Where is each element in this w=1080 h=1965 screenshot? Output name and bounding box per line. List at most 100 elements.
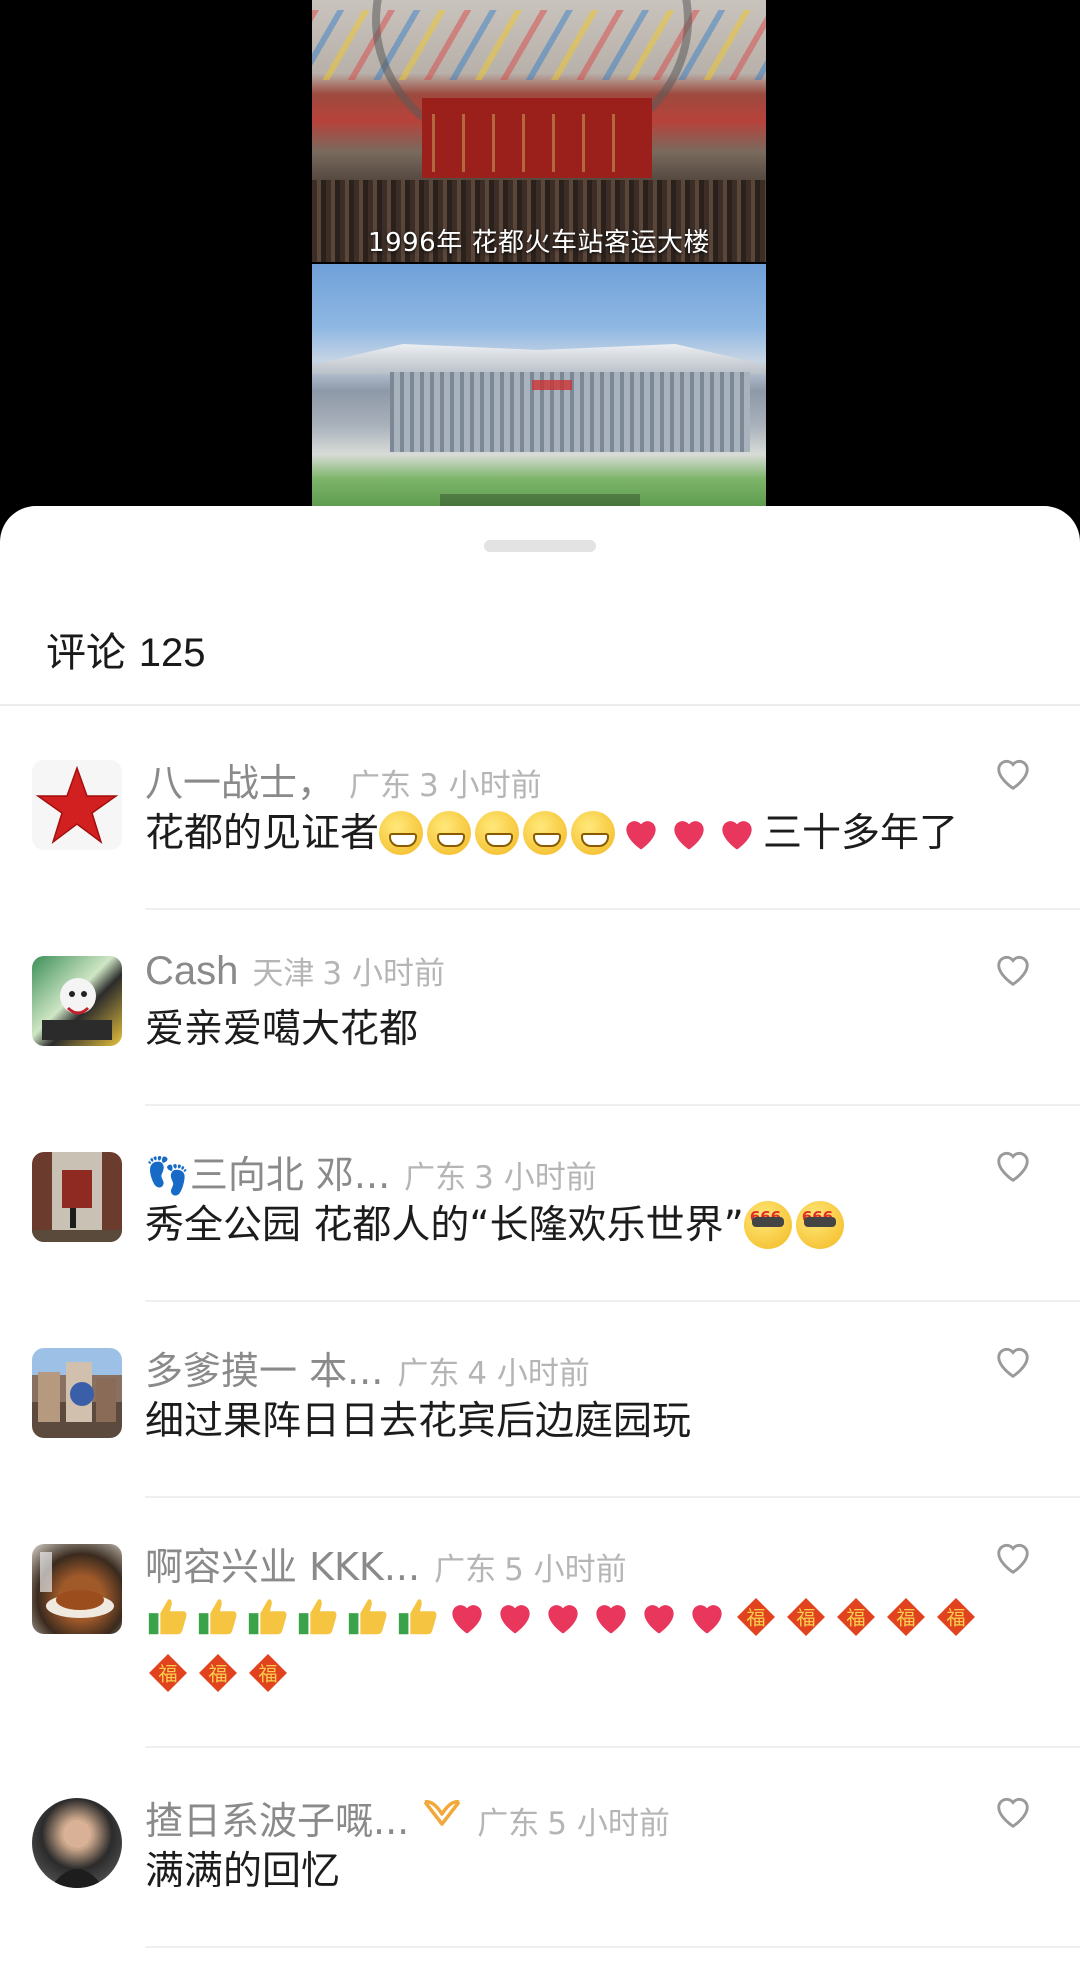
svg-text:福: 福 bbox=[946, 1606, 965, 1629]
heart-emoji-icon bbox=[626, 820, 656, 849]
like-heart-icon[interactable] bbox=[994, 1344, 1032, 1380]
footsteps-icon: 👣 bbox=[145, 1156, 190, 1197]
comment-divider bbox=[145, 1746, 1080, 1748]
comment-divider bbox=[145, 908, 1080, 910]
heart-emoji-icon bbox=[674, 820, 704, 849]
comment-text: 福福福福福福福福 bbox=[145, 1590, 1005, 1702]
vip-badge-icon bbox=[423, 1800, 461, 1826]
heart-emoji-icon bbox=[548, 1604, 578, 1633]
thumbs-up-emoji-icon bbox=[248, 1598, 287, 1634]
comment-meta: 👣 三向北 邓... 广东 3 小时前 bbox=[145, 1144, 597, 1197]
cool-666-emoji-icon bbox=[795, 1189, 844, 1249]
comment-text: 秀全公园 花都人的“长隆欢乐世界” bbox=[145, 1189, 1025, 1254]
comment-time: 3 小时前 bbox=[474, 1160, 597, 1196]
thumbs-up-emoji-icon bbox=[148, 1598, 187, 1634]
fu-emoji-icon: 福 bbox=[249, 1653, 287, 1692]
video-media-area[interactable]: 1996年 花都火车站客运大楼 bbox=[0, 0, 1080, 520]
comment-text: 花都的见证者 三十多年了 bbox=[145, 806, 1025, 862]
comment-text-part: 秀全公园 花都人的“长隆欢乐世界” bbox=[145, 1203, 744, 1248]
heart-emoji-icon bbox=[692, 1604, 722, 1633]
photo-caption: 1996年 花都火车站客运大楼 bbox=[368, 228, 710, 258]
thumbs-up-emoji-icon bbox=[198, 1598, 237, 1634]
comment-sheet: 评论 125 八一战士， 广东 3 小时前 花都的见证者 三十多年了 Cash … bbox=[0, 506, 1080, 1965]
cool-666-emoji-icon bbox=[743, 1189, 792, 1249]
comment-username[interactable]: Cash bbox=[145, 949, 238, 994]
comment-text-part: 花都的见证者 bbox=[145, 811, 380, 856]
comment-divider bbox=[145, 1946, 1080, 1948]
svg-text:福: 福 bbox=[796, 1606, 815, 1629]
comment-divider bbox=[145, 1300, 1080, 1302]
fu-emoji-icon: 福 bbox=[149, 1653, 187, 1692]
comment-time: 4 小时前 bbox=[467, 1356, 590, 1392]
comment-count: 125 bbox=[138, 631, 206, 675]
heart-emoji-icon bbox=[644, 1604, 674, 1633]
comment-meta: 啊容兴业 KKK... 广东 5 小时前 bbox=[145, 1536, 627, 1589]
comment-location: 广东 bbox=[404, 1160, 467, 1196]
cartoon-avatar[interactable] bbox=[32, 956, 122, 1046]
heart-emoji-icon bbox=[596, 1604, 626, 1633]
header-divider bbox=[0, 704, 1080, 706]
like-heart-icon[interactable] bbox=[994, 1794, 1032, 1830]
street-avatar[interactable] bbox=[32, 1348, 122, 1438]
thumbs-up-emoji-icon bbox=[348, 1598, 387, 1634]
comment-time: 3 小时前 bbox=[419, 768, 542, 804]
comment-location: 天津 bbox=[252, 956, 315, 992]
comment-username[interactable]: 啊容兴业 KKK... bbox=[145, 1536, 420, 1591]
fu-emoji-icon: 福 bbox=[937, 1597, 975, 1636]
comment-divider bbox=[145, 1104, 1080, 1106]
comment-meta: 多爹摸一 本... 广东 4 小时前 bbox=[145, 1340, 590, 1393]
heart-emoji-icon bbox=[452, 1604, 482, 1633]
like-heart-icon[interactable] bbox=[994, 952, 1032, 988]
portrait-avatar[interactable] bbox=[32, 1798, 122, 1888]
comment-header-label: 评论 bbox=[46, 631, 126, 675]
thumbs-up-emoji-icon bbox=[298, 1598, 337, 1634]
svg-text:福: 福 bbox=[846, 1606, 865, 1629]
comment-username[interactable]: 八一战士， bbox=[145, 752, 335, 807]
comment-username[interactable]: 多爹摸一 本... bbox=[145, 1340, 383, 1395]
comment-meta: Cash 天津 3 小时前 bbox=[145, 948, 445, 994]
red-star-avatar[interactable] bbox=[32, 760, 122, 850]
comment-location: 广东 bbox=[397, 1356, 460, 1392]
grinning-emoji-icon bbox=[523, 810, 568, 855]
comment-header: 评论 125 bbox=[46, 620, 205, 678]
fu-emoji-icon: 福 bbox=[887, 1597, 925, 1636]
comment-location: 广东 bbox=[349, 768, 412, 804]
comment-location: 广东 bbox=[477, 1806, 540, 1842]
svg-text:福: 福 bbox=[896, 1606, 915, 1629]
comment-divider bbox=[145, 1496, 1080, 1498]
grinning-emoji-icon bbox=[427, 810, 472, 855]
comment-time: 5 小时前 bbox=[504, 1552, 627, 1588]
fu-emoji-icon: 福 bbox=[787, 1597, 825, 1636]
svg-text:福: 福 bbox=[746, 1606, 765, 1629]
like-heart-icon[interactable] bbox=[994, 756, 1032, 792]
comment-text: 细过果阵日日去花宾后边庭园玩 bbox=[145, 1399, 692, 1444]
comment-time: 3 小时前 bbox=[322, 956, 445, 992]
sheet-drag-handle[interactable] bbox=[484, 540, 596, 552]
fu-emoji-icon: 福 bbox=[837, 1597, 875, 1636]
grinning-emoji-icon bbox=[475, 810, 520, 855]
comment-meta: 八一战士， 广东 3 小时前 bbox=[145, 752, 542, 805]
thumbs-up-emoji-icon bbox=[398, 1598, 437, 1634]
svg-text:福: 福 bbox=[258, 1662, 277, 1685]
comment-username[interactable]: 揸日系波子嘅... bbox=[145, 1790, 409, 1845]
comment-meta: 揸日系波子嘅... 广东 5 小时前 bbox=[145, 1790, 670, 1843]
comment-username[interactable]: 三向北 邓... bbox=[190, 1144, 390, 1199]
food-avatar[interactable] bbox=[32, 1544, 122, 1634]
station-sign bbox=[532, 380, 572, 390]
photo-new-station bbox=[312, 264, 766, 508]
svg-text:福: 福 bbox=[158, 1662, 177, 1685]
grinning-emoji-icon bbox=[571, 810, 616, 855]
heart-emoji-icon bbox=[722, 820, 752, 849]
fu-emoji-icon: 福 bbox=[199, 1653, 237, 1692]
fu-emoji-icon: 福 bbox=[737, 1597, 775, 1636]
comment-text: 爱亲爱噶大花都 bbox=[145, 1007, 419, 1052]
comment-text: 满满的回忆 bbox=[145, 1849, 341, 1894]
like-heart-icon[interactable] bbox=[994, 1540, 1032, 1576]
museum-avatar[interactable] bbox=[32, 1152, 122, 1242]
heart-emoji-icon bbox=[500, 1604, 530, 1633]
comment-location: 广东 bbox=[434, 1552, 497, 1588]
photo-1996-station: 1996年 花都火车站客运大楼 bbox=[312, 0, 766, 262]
station-red-banner bbox=[422, 98, 652, 178]
station-roof bbox=[312, 344, 766, 374]
like-heart-icon[interactable] bbox=[994, 1148, 1032, 1184]
